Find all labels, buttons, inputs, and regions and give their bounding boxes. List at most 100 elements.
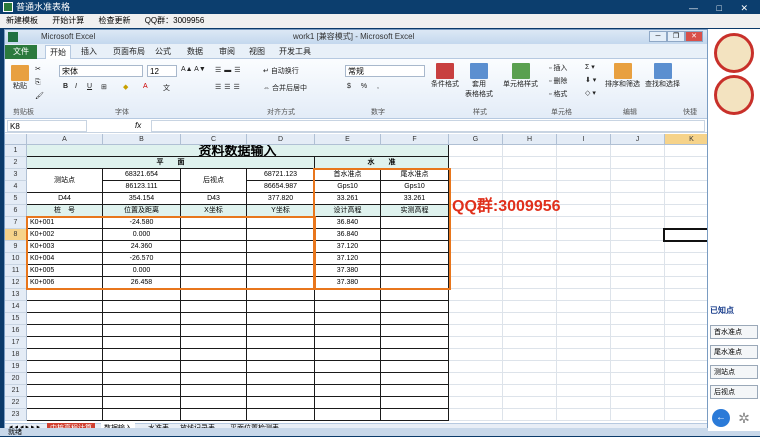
- tab-page-layout[interactable]: 页面布局: [109, 45, 149, 59]
- data-cell[interactable]: [315, 385, 381, 397]
- cell-styles-button[interactable]: 单元格样式: [503, 63, 538, 89]
- design-header[interactable]: 设计高程: [315, 205, 381, 217]
- row-header[interactable]: 20: [5, 373, 27, 385]
- grid-cell[interactable]: [503, 337, 557, 349]
- grid-cell[interactable]: [611, 361, 665, 373]
- grid-cell[interactable]: [665, 145, 707, 157]
- data-cell[interactable]: [381, 373, 449, 385]
- data-cell[interactable]: [103, 325, 181, 337]
- grid-cell[interactable]: [449, 289, 503, 301]
- row-header[interactable]: 7: [5, 217, 27, 229]
- grid-cell[interactable]: [557, 157, 611, 169]
- grid-cell[interactable]: [611, 277, 665, 289]
- y-header[interactable]: Y坐标: [247, 205, 315, 217]
- grid-cell[interactable]: [665, 241, 707, 253]
- pile-cell[interactable]: K0+003: [27, 241, 103, 253]
- design-cell[interactable]: 37.120: [315, 253, 381, 265]
- data-cell[interactable]: [381, 337, 449, 349]
- btn-station[interactable]: 测站点: [710, 365, 758, 379]
- fill-icon[interactable]: ⬇ ▾: [585, 76, 596, 84]
- data-cell[interactable]: [103, 313, 181, 325]
- select-all-corner[interactable]: [5, 134, 27, 145]
- data-cell[interactable]: [27, 289, 103, 301]
- data-cell[interactable]: [381, 349, 449, 361]
- data-cell[interactable]: [247, 241, 315, 253]
- grid-cell[interactable]: [665, 337, 707, 349]
- grid-cell[interactable]: [449, 277, 503, 289]
- row-header[interactable]: 2: [5, 157, 27, 169]
- row-header[interactable]: 19: [5, 361, 27, 373]
- data-cell[interactable]: [27, 373, 103, 385]
- grid-cell[interactable]: [665, 253, 707, 265]
- data-cell[interactable]: [181, 253, 247, 265]
- grid-cell[interactable]: [449, 361, 503, 373]
- data-cell[interactable]: [381, 325, 449, 337]
- row-header[interactable]: 21: [5, 385, 27, 397]
- data-cell[interactable]: [103, 409, 181, 421]
- row-header[interactable]: 5: [5, 193, 27, 205]
- row-header[interactable]: 12: [5, 277, 27, 289]
- data-cell[interactable]: [247, 337, 315, 349]
- row-header[interactable]: 1: [5, 145, 27, 157]
- grid-cell[interactable]: [449, 325, 503, 337]
- row-header[interactable]: 17: [5, 337, 27, 349]
- station-label[interactable]: 测站点: [27, 169, 103, 193]
- column-header[interactable]: D: [247, 134, 315, 145]
- offset-cell[interactable]: -24.580: [103, 217, 181, 229]
- data-cell[interactable]: [103, 373, 181, 385]
- grid-cell[interactable]: [611, 373, 665, 385]
- column-header[interactable]: A: [27, 134, 103, 145]
- b4-value[interactable]: 86123.111: [103, 181, 181, 193]
- offset-cell[interactable]: 0.000: [103, 229, 181, 241]
- grid-cell[interactable]: [557, 181, 611, 193]
- paste-button[interactable]: 粘贴: [11, 65, 29, 91]
- data-cell[interactable]: [27, 349, 103, 361]
- data-cell[interactable]: [315, 349, 381, 361]
- data-cell[interactable]: [381, 385, 449, 397]
- grid-cell[interactable]: [503, 265, 557, 277]
- grid-cell[interactable]: [449, 145, 503, 157]
- e5-value[interactable]: 33.261: [315, 193, 381, 205]
- pile-cell[interactable]: K0+005: [27, 265, 103, 277]
- wrap-text-button[interactable]: ↵ 自动换行: [263, 66, 299, 76]
- design-cell[interactable]: 37.120: [315, 241, 381, 253]
- data-cell[interactable]: [247, 301, 315, 313]
- grid-cell[interactable]: [503, 397, 557, 409]
- selected-cell-k8[interactable]: [663, 228, 707, 242]
- grid-cell[interactable]: [557, 325, 611, 337]
- data-cell[interactable]: [315, 409, 381, 421]
- data-cell[interactable]: [181, 265, 247, 277]
- data-cell[interactable]: [27, 397, 103, 409]
- grid-cell[interactable]: [557, 241, 611, 253]
- autosum-icon[interactable]: Σ ▾: [585, 63, 595, 71]
- grid-cell[interactable]: [557, 229, 611, 241]
- name-box[interactable]: K8: [7, 120, 87, 132]
- data-cell[interactable]: [315, 313, 381, 325]
- grid-cell[interactable]: [611, 337, 665, 349]
- grid-cell[interactable]: [503, 145, 557, 157]
- grid-cell[interactable]: [611, 289, 665, 301]
- grid-cell[interactable]: [503, 313, 557, 325]
- fx-icon[interactable]: fx: [135, 121, 141, 130]
- data-cell[interactable]: [381, 229, 449, 241]
- design-cell[interactable]: 37.380: [315, 265, 381, 277]
- grid-cell[interactable]: [611, 205, 665, 217]
- italic-button[interactable]: I: [75, 83, 77, 90]
- grid-cell[interactable]: [611, 253, 665, 265]
- sort-filter-button[interactable]: 排序和筛选: [605, 63, 640, 89]
- tab-insert[interactable]: 插入: [77, 45, 101, 59]
- row-header[interactable]: 6: [5, 205, 27, 217]
- tab-home[interactable]: 开始: [45, 45, 71, 59]
- back-arrow-icon[interactable]: ←: [712, 409, 730, 427]
- data-cell[interactable]: [181, 349, 247, 361]
- grid-cell[interactable]: [665, 289, 707, 301]
- tab-view[interactable]: 视图: [245, 45, 269, 59]
- grid-cell[interactable]: [557, 409, 611, 421]
- grid-cell[interactable]: [557, 373, 611, 385]
- grid-cell[interactable]: [557, 193, 611, 205]
- column-header[interactable]: C: [181, 134, 247, 145]
- tab-formulas[interactable]: 公式: [151, 45, 175, 59]
- grid-cell[interactable]: [503, 289, 557, 301]
- underline-button[interactable]: U: [87, 83, 92, 90]
- delete-cells-button[interactable]: ▫ 删除: [549, 76, 567, 86]
